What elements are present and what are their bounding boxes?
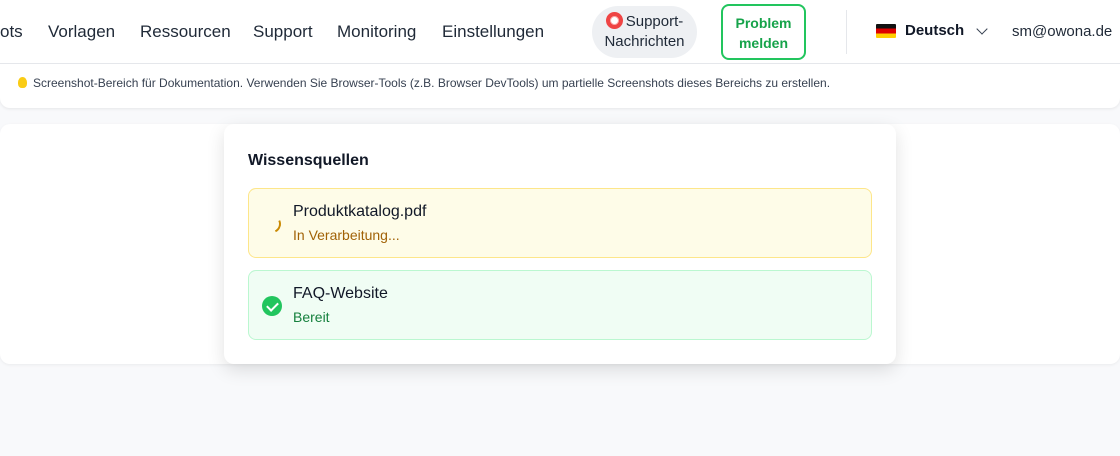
german-flag-icon (876, 23, 896, 38)
lifebuoy-icon (605, 12, 623, 29)
nav-item-bots[interactable]: ots (0, 22, 23, 42)
source-status: In Verarbeitung... (293, 227, 400, 243)
lightbulb-icon (18, 77, 27, 88)
chevron-down-icon (976, 22, 988, 35)
nav-item-vorlagen[interactable]: Vorlagen (48, 22, 115, 42)
language-selector[interactable]: Deutsch (876, 22, 988, 39)
check-circle-icon (262, 296, 282, 316)
knowledge-source-item[interactable]: Produktkatalog.pdf In Verarbeitung... (248, 188, 872, 258)
spinner-icon (260, 212, 284, 236)
report-problem-button[interactable]: Problem melden (721, 4, 806, 60)
user-email[interactable]: sm@owona.de (1012, 23, 1112, 40)
nav-item-einstellungen[interactable]: Einstellungen (442, 22, 544, 42)
nav-item-monitoring[interactable]: Monitoring (337, 22, 416, 42)
support-messages-label-2: Nachrichten (604, 33, 685, 50)
knowledge-sources-card: Wissensquellen Produktkatalog.pdf In Ver… (224, 124, 896, 364)
report-problem-label-2: melden (738, 35, 788, 51)
source-name: FAQ-Website (293, 285, 388, 302)
documentation-note: Screenshot-Bereich für Dokumentation. Ve… (18, 76, 830, 90)
nav-item-support[interactable]: Support (253, 22, 313, 42)
source-name: Produktkatalog.pdf (293, 203, 427, 220)
source-status: Bereit (293, 309, 330, 325)
support-messages-label-1: Support- (625, 13, 684, 30)
nav-divider (846, 10, 847, 54)
knowledge-source-item[interactable]: FAQ-Website Bereit (248, 270, 872, 340)
nav-item-ressourcen[interactable]: Ressourcen (140, 22, 231, 42)
support-messages-button[interactable]: Support- Nachrichten (592, 6, 697, 58)
top-navigation: ots Vorlagen Ressourcen Support Monitori… (0, 0, 1120, 64)
knowledge-sources-title: Wissensquellen (248, 152, 369, 169)
documentation-note-text: Screenshot-Bereich für Dokumentation. Ve… (33, 76, 831, 90)
language-label: Deutsch (905, 22, 965, 39)
report-problem-label-1: Problem (735, 15, 792, 31)
